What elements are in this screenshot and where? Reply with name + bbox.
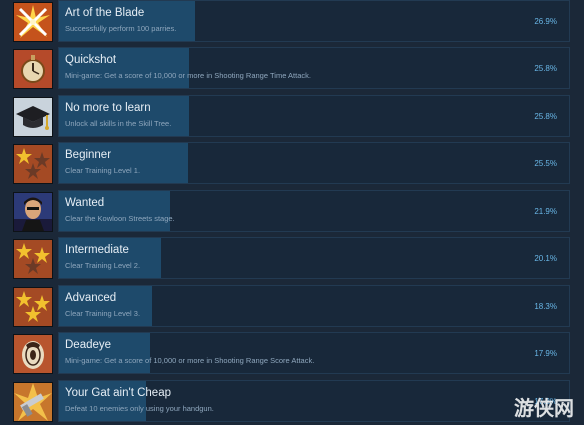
unlock-percent: 26.9% bbox=[534, 17, 557, 26]
achievement-description: Clear the Kowloon Streets stage. bbox=[65, 214, 175, 223]
achievement-panel: Wanted Clear the Kowloon Streets stage. … bbox=[58, 190, 570, 232]
stopwatch-icon bbox=[13, 49, 53, 89]
achievement-panel: Intermediate Clear Training Level 2. 20.… bbox=[58, 237, 570, 279]
achievement-description: Clear Training Level 2. bbox=[65, 261, 141, 270]
two-stars-icon bbox=[13, 239, 53, 279]
achievement-row[interactable]: Intermediate Clear Training Level 2. 20.… bbox=[10, 237, 570, 281]
achievement-title: Your Gat ain't Cheap bbox=[65, 387, 171, 399]
achievement-title: Advanced bbox=[65, 292, 117, 304]
achievement-description: Mini-game: Get a score of 10,000 or more… bbox=[65, 356, 315, 365]
achievement-title: Intermediate bbox=[65, 244, 129, 256]
unlock-percent: 25.8% bbox=[534, 112, 557, 121]
achievement-panel: No more to learn Unlock all skills in th… bbox=[58, 95, 570, 137]
watermark-logo: 游侠网 bbox=[514, 396, 574, 420]
wanted-portrait-icon bbox=[13, 192, 53, 232]
achievement-row[interactable]: Beginner Clear Training Level 1. 25.5% bbox=[10, 142, 570, 186]
achievement-panel: Advanced Clear Training Level 3. 18.3% bbox=[58, 285, 570, 327]
target-icon bbox=[13, 334, 53, 374]
achievement-panel: Art of the Blade Successfully perform 10… bbox=[58, 0, 570, 42]
unlock-percent: 25.8% bbox=[534, 64, 557, 73]
achievement-title: Deadeye bbox=[65, 339, 112, 351]
achievement-description: Defeat 10 enemies only using your handgu… bbox=[65, 404, 214, 413]
achievement-row[interactable]: Quickshot Mini-game: Get a score of 10,0… bbox=[10, 47, 570, 91]
achievement-row[interactable]: Your Gat ain't Cheap Defeat 10 enemies o… bbox=[10, 380, 570, 424]
achievement-title: No more to learn bbox=[65, 102, 151, 114]
achievement-panel: Your Gat ain't Cheap Defeat 10 enemies o… bbox=[58, 380, 570, 422]
achievement-row[interactable]: Deadeye Mini-game: Get a score of 10,000… bbox=[10, 332, 570, 376]
achievement-description: Successfully perform 100 parries. bbox=[65, 24, 177, 33]
achievement-row[interactable]: No more to learn Unlock all skills in th… bbox=[10, 95, 570, 139]
three-stars-icon bbox=[13, 287, 53, 327]
achievement-title: Quickshot bbox=[65, 54, 117, 66]
unlock-percent: 18.3% bbox=[534, 302, 557, 311]
achievement-row[interactable]: Art of the Blade Successfully perform 10… bbox=[10, 0, 570, 44]
achievement-panel: Beginner Clear Training Level 1. 25.5% bbox=[58, 142, 570, 184]
unlock-percent: 20.1% bbox=[534, 254, 557, 263]
graduation-cap-icon bbox=[13, 97, 53, 137]
one-star-icon bbox=[13, 144, 53, 184]
achievement-row[interactable]: Advanced Clear Training Level 3. 18.3% bbox=[10, 285, 570, 329]
achievement-title: Beginner bbox=[65, 149, 112, 161]
achievement-title: Art of the Blade bbox=[65, 7, 145, 19]
unlock-percent: 17.9% bbox=[534, 349, 557, 358]
unlock-percent: 25.5% bbox=[534, 159, 557, 168]
achievement-row[interactable]: Wanted Clear the Kowloon Streets stage. … bbox=[10, 190, 570, 234]
achievement-panel: Deadeye Mini-game: Get a score of 10,000… bbox=[58, 332, 570, 374]
achievement-title: Wanted bbox=[65, 197, 105, 209]
achievement-description: Unlock all skills in the Skill Tree. bbox=[65, 119, 172, 128]
achievement-description: Clear Training Level 1. bbox=[65, 166, 141, 175]
achievement-description: Clear Training Level 3. bbox=[65, 309, 141, 318]
blade-burst-icon bbox=[13, 2, 53, 42]
unlock-percent: 21.9% bbox=[534, 207, 557, 216]
achievement-panel: Quickshot Mini-game: Get a score of 10,0… bbox=[58, 47, 570, 89]
achievement-description: Mini-game: Get a score of 10,000 or more… bbox=[65, 71, 311, 80]
handgun-icon bbox=[13, 382, 53, 422]
